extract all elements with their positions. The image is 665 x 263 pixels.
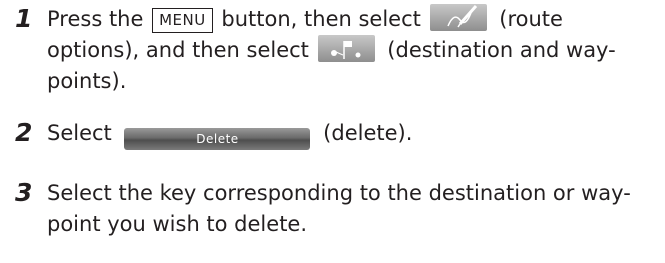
route-options-icon [429,4,487,31]
step-line: Press the MENU button, then select (rout… [47,4,662,35]
step-text: Press the MENU button, then select (rout… [47,4,662,97]
step-text-run: Select the key corresponding to the dest… [47,181,631,205]
step-number: 1 [15,4,33,33]
step-text: Select the key corresponding to the dest… [47,178,662,240]
step-line: point you wish to delete. [47,209,662,240]
step-line: Select Delete (delete). [47,118,662,150]
step-text-run: button, then select [221,7,421,31]
step-text: Select Delete (delete). [47,118,662,150]
destination-waypoints-icon [317,35,375,62]
step-text-run: Select [47,121,112,145]
step-text-run: options), and then select [47,38,309,62]
step-text-run: (delete). [323,121,413,145]
step-number: 3 [15,178,33,207]
step-text-run: points). [47,69,127,93]
step-text-run: (destination and way- [387,38,616,62]
instruction-steps: 1 Press the MENU button, then select (ro… [0,0,665,263]
step-line: Select the key corresponding to the dest… [47,178,662,209]
delete-key-label: Delete [124,128,311,150]
step-line: points). [47,66,662,97]
step-text-run: (route [499,7,563,31]
step-text-run: Press the [47,7,144,31]
menu-key-label: MENU [152,8,213,33]
step-line: options), and then select (destination a… [47,35,662,66]
step-number: 2 [15,118,33,147]
step-text-run: point you wish to delete. [47,212,308,236]
